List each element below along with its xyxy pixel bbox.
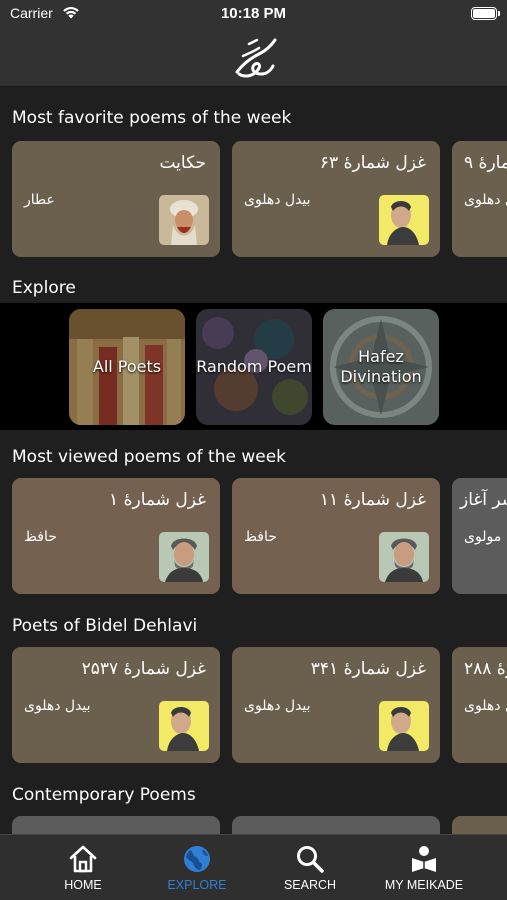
poem-card[interactable]: حکایت عطار [12,141,220,257]
poem-title: غزل شمارهٔ ۶۳ [319,153,426,173]
poem-card[interactable]: غزل شمارهٔ ۲۵۳۷ بیدل دهلوی [12,647,220,763]
all-poets-label: All Poets [92,357,162,376]
all-poets-tile[interactable]: All Poets [69,309,185,425]
poet-name: بیدل دهلوی [244,192,311,208]
poem-card[interactable]: غزل شمارهٔ ۳۴۱ بیدل دهلوی [232,647,440,763]
poem-title: غزل شمارهٔ ۲۸۸ [464,659,507,679]
explore-strip: All Poets Random Poem Hafez Divination [0,303,507,430]
section-title-explore: Explore [12,278,76,298]
tab-explore[interactable]: EXPLORE [142,835,252,900]
nav-bar [0,30,507,87]
poet-avatar [379,195,429,245]
reader-icon [412,846,436,872]
tab-home-label: HOME [64,878,102,892]
clock: 10:18 PM [220,5,287,22]
poet-name: عطار [24,192,55,208]
poem-card[interactable]: سر آغاز مولوی [452,478,507,594]
section-title-favorites: Most favorite poems of the week [12,108,292,128]
battery-icon [471,7,500,20]
poem-title: غزل شمارهٔ ۱ [109,490,206,510]
section-title-contemporary: Contemporary Poems [12,785,196,805]
status-bar: Carrier 10:18 PM [0,0,507,30]
search-icon [297,846,324,873]
home-icon [69,845,97,873]
tab-search[interactable]: SEARCH [255,835,365,900]
poem-card[interactable]: غزل شمارهٔ ۹ بیدل دهلوی [452,141,507,257]
explore-content[interactable]: Most favorite poems of the week حکایت عط… [0,88,507,834]
tab-my-meikade-label: MY MEIKADE [384,878,464,892]
hafez-divination-tile[interactable]: Hafez Divination [323,309,439,425]
section-title-most-viewed: Most viewed poems of the week [12,447,287,467]
poet-name: مولوی [464,529,502,545]
poem-card[interactable] [12,816,220,834]
random-poem-label: Random Poem [196,357,312,376]
poem-card[interactable]: غزل شمارهٔ ۱ حافظ [12,478,220,594]
tab-explore-label: EXPLORE [167,878,227,892]
poet-avatar [159,701,209,751]
poet-avatar [379,701,429,751]
poet-avatar [159,195,209,245]
poem-card[interactable] [232,816,440,834]
poet-name: حافظ [244,529,277,545]
tab-bar: HOME EXPLORE SEARCH MY MEIKADE [0,834,507,900]
poet-name: بیدل دهلوی [24,698,91,714]
poem-title: سر آغاز [460,490,507,510]
poem-title: غزل شمارهٔ ۲۵۳۷ [81,659,206,679]
section-title-bidel: Poets of Bidel Dehlavi [12,616,198,636]
meikade-logo [235,38,277,78]
poet-avatar [379,532,429,582]
hafez-divination-label: Hafez Divination [340,347,422,386]
poet-avatar [159,532,209,582]
poet-name: بیدل دهلوی [244,698,311,714]
poem-card[interactable]: غزل شمارهٔ ۶۳ بیدل دهلوی [232,141,440,257]
poet-name: حافظ [24,529,57,545]
poem-title: حکایت [159,153,206,173]
tab-search-label: SEARCH [283,878,337,892]
tab-my-meikade[interactable]: MY MEIKADE [369,835,479,900]
poet-name: بیدل دهلوی [464,698,507,714]
poet-name: بیدل دهلوی [464,192,507,208]
poem-title: غزل شمارهٔ ۳۴۱ [310,659,426,679]
random-poem-tile[interactable]: Random Poem [196,309,312,425]
poem-card[interactable] [452,816,507,834]
poem-title: غزل شمارهٔ ۱۱ [319,490,426,510]
tab-home[interactable]: HOME [28,835,138,900]
poem-title: غزل شمارهٔ ۹ [464,153,507,173]
poem-card[interactable]: غزل شمارهٔ ۲۸۸ بیدل دهلوی [452,647,507,763]
globe-icon [184,846,210,872]
poem-card[interactable]: غزل شمارهٔ ۱۱ حافظ [232,478,440,594]
